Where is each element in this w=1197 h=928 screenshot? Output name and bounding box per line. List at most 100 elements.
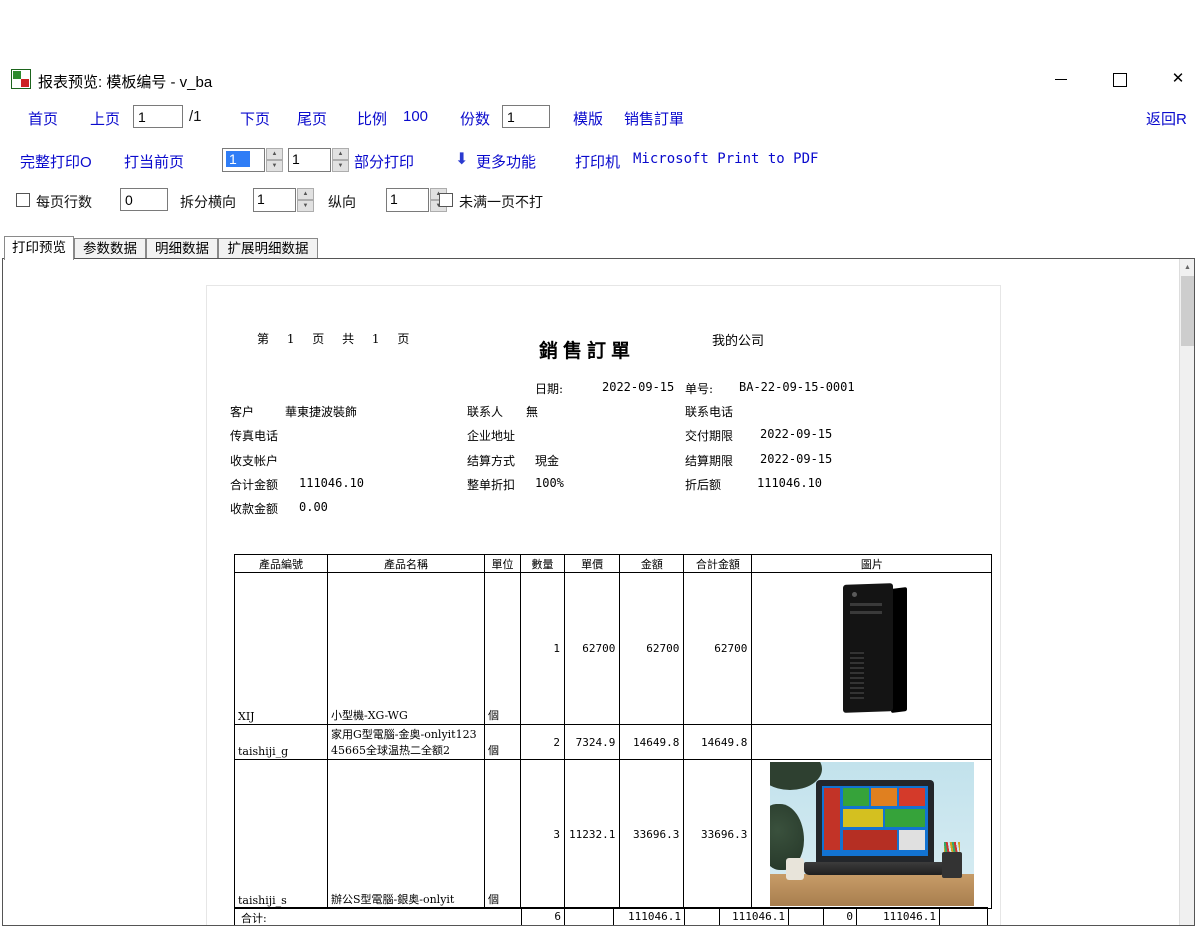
vase (786, 858, 804, 880)
cell-unit: 個 (485, 725, 521, 760)
col-header-amount: 金額 (620, 555, 684, 573)
spin-down-icon[interactable]: ▼ (297, 200, 314, 212)
scroll-up-icon[interactable]: ▲ (1180, 259, 1195, 276)
tab-detail-data[interactable]: 明细数据 (146, 238, 218, 258)
date-label: 日期: (535, 380, 563, 397)
contact-label: 联系人 (467, 403, 503, 420)
table-row: XIJ 小型機-XG-WG 個 1 62700 62700 62700 (235, 573, 992, 725)
spin-up-icon[interactable]: ▲ (332, 148, 349, 160)
template-name[interactable]: 销售訂單 (624, 108, 684, 129)
rows-per-page-checkbox[interactable] (16, 193, 30, 207)
delivery-value: 2022-09-15 (760, 427, 832, 441)
copies-input[interactable] (502, 105, 550, 128)
rows-per-page-input[interactable] (120, 188, 168, 211)
report-page: 第 1 页 共 1 页 銷售訂單 我的公司 日期: 2022-09-15 单号:… (206, 285, 1001, 926)
scrollbar-thumb[interactable] (1181, 276, 1194, 346)
table-header-row: 產品編號 產品名稱 單位 數量 單價 金額 合計金額 圖片 (235, 555, 992, 573)
prev-page-button[interactable]: 上页 (90, 108, 120, 129)
vertical-scrollbar[interactable]: ▲ (1179, 259, 1194, 925)
tab-print-preview[interactable]: 打印预览 (4, 236, 74, 260)
tab-extended-detail-data[interactable]: 扩展明细数据 (218, 238, 318, 258)
cell-unit: 個 (485, 573, 521, 725)
delivery-label: 交付期限 (685, 427, 733, 444)
laptop-base (804, 862, 946, 875)
col-header-unit: 單位 (485, 555, 521, 573)
cell-total: 14649.8 (684, 725, 752, 760)
spin-up-icon[interactable]: ▲ (266, 148, 283, 160)
table-row: taishiji_g 家用G型電腦-金奥-onlyit12345665全球温热二… (235, 725, 992, 760)
phone-label: 联系电话 (685, 403, 733, 420)
scale-value[interactable]: 100 (403, 108, 428, 125)
return-button[interactable]: 返回R (1146, 108, 1187, 129)
cell-code: taishiji_s (235, 760, 328, 909)
split-horizontal-spinner[interactable]: 1 ▲ ▼ (253, 188, 314, 212)
tab-parameter-data[interactable]: 参数数据 (74, 238, 146, 258)
cell-unit: 個 (485, 760, 521, 909)
title-bar: 报表预览: 模板编号 - v_ba ✕ (0, 60, 1197, 100)
cell-name: 辦公S型電腦-銀奥-onlyit (328, 760, 485, 909)
settle-method-label: 结算方式 (467, 452, 515, 469)
fax-label: 传真电话 (230, 427, 278, 444)
table-row: taishiji_s 辦公S型電腦-銀奥-onlyit 個 3 11232.1 … (235, 760, 992, 909)
laptop-photo (770, 762, 974, 906)
split-vertical-value[interactable]: 1 (386, 188, 429, 212)
split-horizontal-label: 拆分横向 (180, 192, 236, 212)
cell-price: 11232.1 (565, 760, 620, 909)
cell-code: XIJ (235, 573, 328, 725)
total-amount-label: 合计金额 (230, 476, 278, 493)
spin-down-icon[interactable]: ▼ (332, 160, 349, 172)
footer-amount-total: 111046.1 (613, 908, 685, 926)
more-functions-button[interactable]: 更多功能 (476, 151, 536, 172)
partial-print-button[interactable]: 部分打印 (354, 151, 414, 172)
full-print-button[interactable]: 完整打印O (20, 151, 92, 172)
skip-incomplete-page-label[interactable]: 未满一页不打 (459, 192, 543, 212)
scale-label: 比例 (357, 108, 387, 129)
close-button[interactable]: ✕ (1162, 64, 1194, 94)
minimize-button[interactable] (1045, 64, 1077, 94)
maximize-button[interactable] (1103, 64, 1135, 94)
contact-value: 無 (526, 403, 538, 420)
pencil-cup (942, 852, 962, 878)
spin-down-icon[interactable]: ▼ (266, 160, 283, 172)
template-button[interactable]: 模版 (573, 108, 603, 129)
print-range-to-spinner[interactable]: 1 ▲ ▼ (288, 148, 349, 172)
print-range-from-value[interactable]: 1 (222, 148, 265, 172)
window-title: 报表预览: 模板编号 - v_ba (38, 71, 212, 92)
items-table: 產品編號 產品名稱 單位 數量 單價 金額 合計金額 圖片 XIJ 小型機-XG… (234, 554, 992, 909)
total-amount-value: 111046.10 (299, 476, 364, 490)
split-vertical-label: 纵向 (328, 192, 356, 212)
col-header-code: 產品編號 (235, 555, 328, 573)
next-page-button[interactable]: 下页 (240, 108, 270, 129)
received-value: 0.00 (299, 500, 328, 514)
print-range-to-value[interactable]: 1 (288, 148, 331, 172)
table-footer-row: 合计: 6 111046.1 111046.1 0 111046.1 (234, 907, 988, 926)
printer-name[interactable]: Microsoft Print to PDF (633, 151, 818, 167)
first-page-button[interactable]: 首页 (28, 108, 58, 129)
print-range-from-spinner[interactable]: 1 ▲ ▼ (222, 148, 283, 172)
col-header-name: 產品名稱 (328, 555, 485, 573)
split-horizontal-value[interactable]: 1 (253, 188, 296, 212)
cell-amount: 33696.3 (620, 760, 684, 909)
col-header-qty: 數量 (521, 555, 565, 573)
preview-panel: 第 1 页 共 1 页 銷售訂單 我的公司 日期: 2022-09-15 单号:… (2, 258, 1195, 926)
discount-value: 100% (535, 476, 564, 490)
after-discount-value: 111046.10 (757, 476, 822, 490)
address-label: 企业地址 (467, 427, 515, 444)
copies-label: 份数 (460, 108, 490, 129)
document-title: 銷售訂單 (507, 336, 667, 363)
last-page-button[interactable]: 尾页 (297, 108, 327, 129)
page-total-label: /1 (189, 108, 202, 125)
page-number-input[interactable] (133, 105, 183, 128)
split-vertical-spinner[interactable]: 1 ▲ ▼ (386, 188, 447, 212)
account-label: 收支帐户 (230, 452, 278, 469)
page-info: 第 1 页 共 1 页 (257, 330, 411, 347)
cell-total: 62700 (684, 573, 752, 725)
spin-up-icon[interactable]: ▲ (297, 188, 314, 200)
rows-per-page-label[interactable]: 每页行数 (36, 192, 92, 212)
printer-button[interactable]: 打印机 (575, 151, 620, 172)
print-current-page-button[interactable]: 打当前页 (124, 151, 184, 172)
more-functions-arrow-icon: ⬇ (455, 149, 468, 169)
cell-image (752, 725, 992, 760)
skip-incomplete-page-checkbox[interactable] (439, 193, 453, 207)
company-name: 我的公司 (712, 330, 764, 349)
